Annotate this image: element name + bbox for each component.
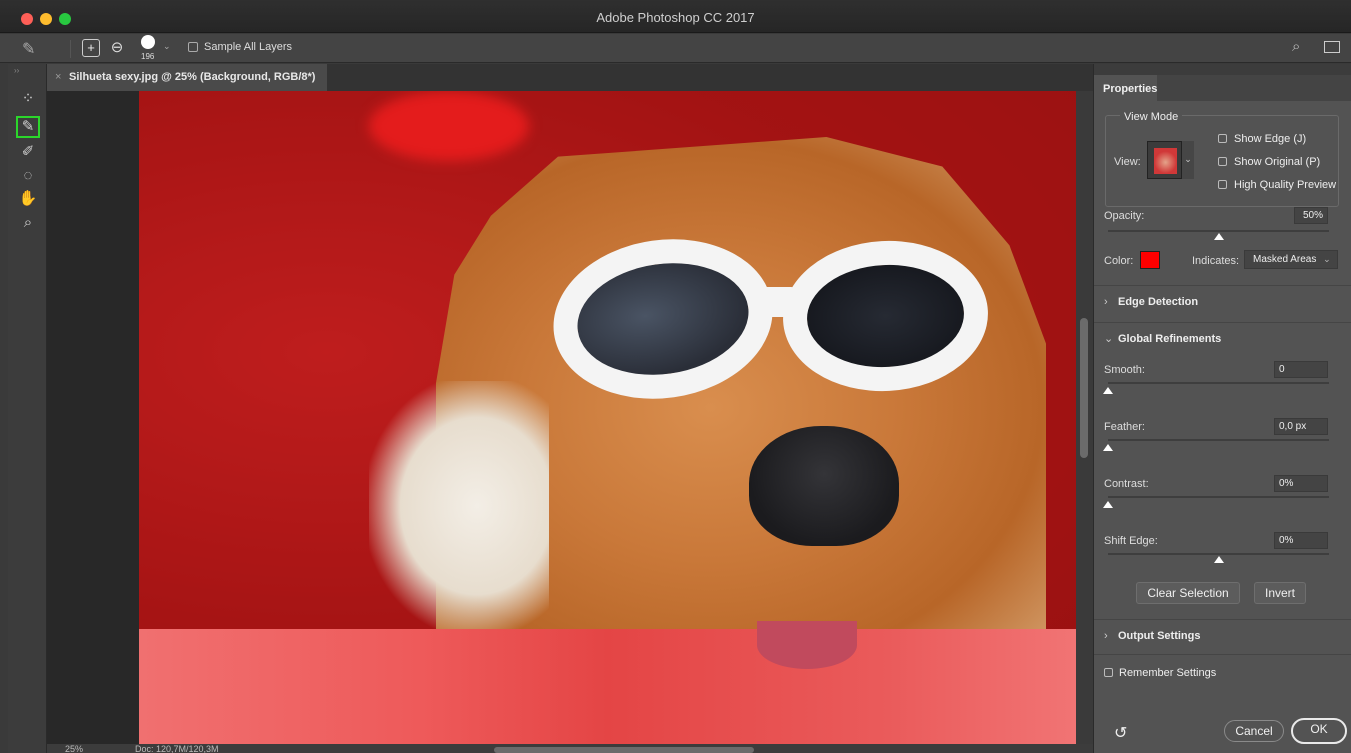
hand-tool-icon[interactable]: ✋: [16, 188, 40, 210]
vertical-scroll-thumb[interactable]: [1080, 318, 1088, 458]
output-settings-header[interactable]: › Output Settings: [1104, 630, 1201, 642]
horizontal-scroll-thumb[interactable]: [494, 747, 754, 753]
tab-properties[interactable]: Properties: [1094, 75, 1157, 101]
shift-edge-slider[interactable]: [1108, 553, 1329, 555]
ok-button[interactable]: OK: [1291, 718, 1347, 744]
view-label: View:: [1114, 156, 1141, 168]
cancel-button[interactable]: Cancel: [1224, 720, 1284, 742]
smooth-field[interactable]: 0: [1274, 361, 1328, 378]
section-divider: [1094, 654, 1351, 655]
workspace-icon[interactable]: [1324, 41, 1340, 53]
feather-slider-thumb[interactable]: [1103, 444, 1113, 451]
show-original-checkbox[interactable]: [1218, 157, 1227, 166]
dog-nose: [749, 426, 899, 546]
contrast-slider[interactable]: [1108, 496, 1329, 498]
subtract-from-selection-icon[interactable]: ⊖: [108, 39, 126, 57]
opacity-slider[interactable]: [1108, 230, 1329, 232]
smooth-slider-thumb[interactable]: [1103, 387, 1113, 394]
high-quality-preview-checkbox[interactable]: [1218, 180, 1227, 189]
edge-detection-title: Edge Detection: [1118, 296, 1199, 308]
clear-selection-button[interactable]: Clear Selection: [1136, 582, 1240, 604]
opacity-slider-thumb[interactable]: [1213, 233, 1224, 240]
add-to-selection-icon[interactable]: +: [82, 39, 100, 57]
sunglasses-bridge: [751, 287, 801, 317]
close-document-icon[interactable]: ×: [55, 71, 61, 83]
global-refinements-header[interactable]: ⌄ Global Refinements: [1104, 332, 1221, 345]
opacity-field[interactable]: 50%: [1294, 207, 1328, 224]
current-tool-brush-icon[interactable]: ✎: [22, 39, 46, 59]
view-mode-title: View Mode: [1120, 111, 1183, 123]
indicates-select[interactable]: Masked Areas ⌄: [1244, 250, 1338, 269]
section-divider: [1094, 619, 1351, 620]
document-image[interactable]: [139, 91, 1076, 744]
options-bar: ✎ + ⊖: [0, 34, 1351, 63]
edge-detection-header[interactable]: › Edge Detection: [1104, 296, 1198, 308]
show-edge-label[interactable]: Show Edge (J): [1234, 133, 1306, 145]
brush-tool-icon[interactable]: ✐: [16, 141, 40, 163]
canvas-area[interactable]: [47, 91, 1076, 744]
smooth-slider[interactable]: [1108, 382, 1329, 384]
panel-tab-strip: [1157, 75, 1351, 101]
zoom-level[interactable]: 25%: [65, 744, 83, 753]
section-divider: [1094, 322, 1351, 323]
status-bar: 25% Doc: 120,7M/120,3M: [47, 744, 1093, 753]
color-label: Color:: [1104, 255, 1134, 267]
zoom-tool-icon[interactable]: ⌕: [16, 212, 40, 234]
collapse-panel-icon[interactable]: ››: [14, 66, 19, 75]
high-quality-preview-label[interactable]: High Quality Preview: [1234, 179, 1336, 191]
document-info[interactable]: Doc: 120,7M/120,3M: [135, 744, 219, 753]
overlay-color-swatch[interactable]: [1140, 251, 1160, 269]
shift-edge-field[interactable]: 0%: [1274, 532, 1328, 549]
feather-slider[interactable]: [1108, 439, 1329, 441]
indicates-chevron-down-icon: ⌄: [1323, 254, 1331, 264]
title-bar: Adobe Photoshop CC 2017: [0, 0, 1351, 33]
options-divider: [70, 40, 71, 58]
tab-strip: [327, 64, 1093, 91]
chevron-right-icon: ›: [1104, 296, 1108, 308]
contrast-field[interactable]: 0%: [1274, 475, 1328, 492]
contrast-slider-thumb[interactable]: [1103, 501, 1113, 508]
quick-selection-tool-icon[interactable]: ⁘: [16, 88, 40, 110]
sample-all-layers-label[interactable]: Sample All Layers: [204, 41, 292, 53]
output-settings-title: Output Settings: [1118, 630, 1201, 642]
dog-fur: [369, 381, 549, 631]
app-title: Adobe Photoshop CC 2017: [596, 10, 755, 25]
brush-size-value: 196: [141, 52, 155, 61]
global-refinements-title: Global Refinements: [1118, 333, 1222, 345]
panel-header-strip: [1094, 64, 1351, 75]
chevron-down-icon: ⌄: [1104, 333, 1114, 345]
indicates-value: Masked Areas: [1253, 254, 1317, 265]
refine-edge-brush-tool-icon[interactable]: ✎: [16, 116, 40, 138]
contrast-label: Contrast:: [1104, 478, 1149, 490]
show-original-label[interactable]: Show Original (P): [1234, 156, 1320, 168]
masked-lower-area: [139, 629, 1076, 744]
opacity-label: Opacity:: [1104, 210, 1145, 222]
reset-icon[interactable]: ↺: [1114, 723, 1127, 743]
show-edge-checkbox[interactable]: [1218, 134, 1227, 143]
document-tab[interactable]: × Silhueta sexy.jpg @ 25% (Background, R…: [47, 64, 327, 91]
smooth-label: Smooth:: [1104, 364, 1145, 376]
tool-panel: ›› ⁘ ✎ ✐ ◌ ✋ ⌕: [8, 64, 47, 753]
dog-tongue: [757, 621, 857, 669]
remember-settings-checkbox[interactable]: [1104, 668, 1113, 677]
sample-all-layers-checkbox[interactable]: [188, 42, 198, 52]
invert-button[interactable]: Invert: [1254, 582, 1306, 604]
feather-label: Feather:: [1104, 421, 1145, 433]
brush-preset-chevron-down-icon[interactable]: ⌄: [163, 41, 171, 52]
lasso-tool-icon[interactable]: ◌: [16, 165, 40, 187]
view-mode-chevron-down-icon[interactable]: ⌄: [1182, 141, 1194, 179]
feather-field[interactable]: 0,0 px: [1274, 418, 1328, 435]
shift-edge-label: Shift Edge:: [1104, 535, 1158, 547]
section-divider: [1094, 285, 1351, 286]
brush-preset-icon[interactable]: [141, 35, 155, 49]
indicates-label: Indicates:: [1192, 255, 1240, 267]
remember-settings-label[interactable]: Remember Settings: [1119, 667, 1216, 679]
view-mode-thumbnail[interactable]: [1147, 141, 1182, 179]
document-tab-title: Silhueta sexy.jpg @ 25% (Background, RGB…: [69, 71, 316, 83]
search-icon[interactable]: ⌕: [1292, 38, 1300, 55]
properties-panel: Properties View Mode View: ⌄ Show Edge (…: [1093, 64, 1351, 753]
shift-edge-slider-thumb[interactable]: [1213, 556, 1224, 563]
chevron-right-icon: ›: [1104, 630, 1108, 642]
